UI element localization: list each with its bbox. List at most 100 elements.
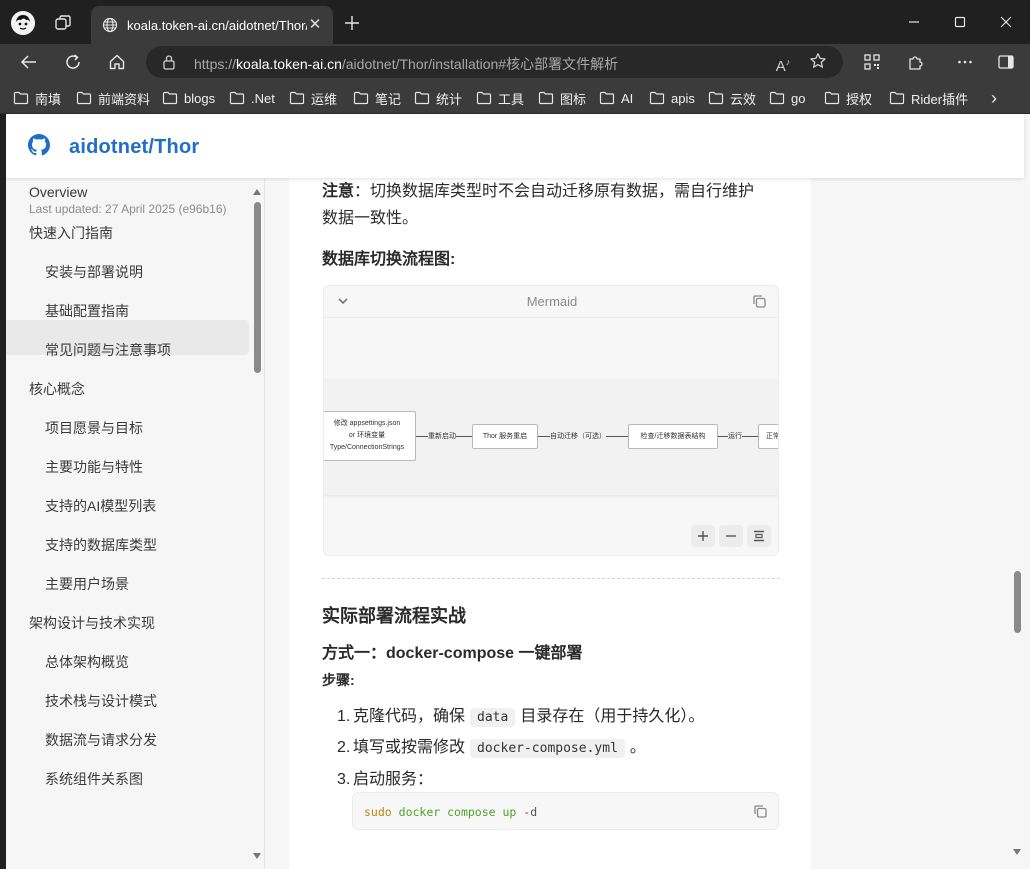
scroll-up-arrow-icon[interactable] xyxy=(252,184,262,194)
sidebar-item[interactable]: 主要功能与特性 xyxy=(45,457,143,477)
sidebar-scrollbar-thumb[interactable] xyxy=(254,202,261,373)
lock-icon[interactable] xyxy=(162,54,178,70)
flow-node-normal: 正常 xyxy=(758,424,779,449)
more-menu-icon[interactable] xyxy=(952,49,978,75)
folder-icon xyxy=(538,91,554,105)
github-icon[interactable] xyxy=(28,134,50,156)
bookmark-item[interactable]: blogs xyxy=(162,88,215,108)
code-text[interactable]: sudo docker compose up -d xyxy=(364,805,537,819)
list-item: 3.启动服务： xyxy=(337,765,433,789)
home-icon[interactable] xyxy=(104,49,130,75)
bookmark-item[interactable]: 工具 xyxy=(476,88,524,108)
bookmark-item[interactable]: 图标 xyxy=(538,88,586,108)
zoom-out-icon[interactable] xyxy=(719,525,743,547)
flow-heading: 数据库切换流程图: xyxy=(322,245,455,269)
sidebar-item[interactable]: Overview xyxy=(29,184,87,200)
sidebar-item[interactable]: 主要用户场景 xyxy=(45,574,129,594)
close-window-icon[interactable] xyxy=(994,10,1018,34)
back-arrow-icon[interactable] xyxy=(16,49,42,75)
bookmark-item[interactable]: .Net xyxy=(229,88,275,108)
mermaid-canvas[interactable]: 修改 appsettings.json or 环境变量 Type/Connect… xyxy=(324,379,779,495)
note-label: 注意 xyxy=(322,183,354,200)
folder-icon xyxy=(599,91,615,105)
sidebar-item[interactable]: 项目愿景与目标 xyxy=(45,418,143,438)
sidebar-item[interactable]: 数据流与请求分发 xyxy=(45,730,157,750)
site-brand-link[interactable]: aidotnet/Thor xyxy=(69,136,199,159)
copy-code-icon[interactable] xyxy=(753,804,768,819)
favorite-star-icon[interactable] xyxy=(809,52,829,72)
flow-edge-label: 重新启动 xyxy=(428,431,456,441)
last-updated-text: Last updated: 27 April 2025 (e96b16) xyxy=(29,202,226,216)
sidebar-item[interactable]: 技术栈与设计模式 xyxy=(45,691,157,711)
new-tab-icon[interactable] xyxy=(341,12,363,34)
address-bar[interactable]: https://koala.token-ai.cn/aidotnet/Thor/… xyxy=(146,46,843,78)
sidebar-item[interactable]: 常见问题与注意事项 xyxy=(45,340,171,360)
zoom-in-icon[interactable] xyxy=(691,525,715,547)
folder-icon xyxy=(353,91,369,105)
globe-icon xyxy=(101,16,119,34)
bookmark-item[interactable]: 前端资料 xyxy=(76,88,150,108)
flow-node-migrate: 检查/迁移数据表结构 xyxy=(628,424,718,449)
flow-node-config: 修改 appsettings.json or 环境变量 Type/Connect… xyxy=(323,411,416,461)
sidebar-item[interactable]: 支持的AI模型列表 xyxy=(45,496,156,516)
bookmark-item[interactable]: 授权 xyxy=(824,88,872,108)
qr-code-icon[interactable] xyxy=(859,49,885,75)
doc-sidebar: Last updated: 27 April 2025 (e96b16) Ove… xyxy=(6,178,265,869)
flow-node-restart: Thor 服务重启 xyxy=(472,424,538,449)
bookmark-item[interactable]: 南填 xyxy=(13,88,61,108)
tab-title: koala.token-ai.cn/aidotnet/Thor/ir xyxy=(127,18,307,33)
bookmark-item[interactable]: go xyxy=(769,88,805,108)
page-scroll-down-arrow-icon[interactable] xyxy=(1012,844,1022,854)
bookmark-item[interactable]: 运维 xyxy=(289,88,337,108)
sidebar-item[interactable]: 快速入门指南 xyxy=(29,223,113,243)
sidebar-item[interactable]: 系统组件关系图 xyxy=(45,769,143,789)
scroll-down-arrow-icon[interactable] xyxy=(252,848,262,858)
tab-close-icon[interactable]: ✕ xyxy=(307,17,323,33)
sidebar-item[interactable]: 安装与部署说明 xyxy=(45,262,143,282)
folder-icon xyxy=(414,91,430,105)
sidebar-item[interactable]: 总体架构概览 xyxy=(45,652,129,672)
section-divider xyxy=(322,578,780,579)
fit-view-icon[interactable] xyxy=(747,525,771,547)
folder-icon xyxy=(708,91,724,105)
bookmark-item[interactable]: 云效 xyxy=(708,88,756,108)
extensions-icon[interactable] xyxy=(903,49,929,75)
bookmark-item[interactable]: AI xyxy=(599,88,633,108)
bookmark-item[interactable]: apis xyxy=(649,88,695,108)
flow-edge-label: 自动迁移（可选） xyxy=(550,431,606,441)
list-item: 1.克隆代码，确保data目录存在（用于持久化）。 xyxy=(337,702,704,727)
inline-code: docker-compose.yml xyxy=(470,739,625,758)
folder-icon xyxy=(289,91,305,105)
steps-label: 步骤: xyxy=(322,670,355,690)
workspaces-icon[interactable] xyxy=(52,12,74,34)
section-title: 实际部署流程实战 xyxy=(322,602,466,628)
browser-tab-active[interactable]: koala.token-ai.cn/aidotnet/Thor/ir ✕ xyxy=(91,6,333,44)
minimize-icon[interactable] xyxy=(902,10,926,34)
site-header: aidotnet/Thor xyxy=(6,114,1024,178)
read-aloud-icon[interactable]: A♪ xyxy=(773,52,793,72)
bookmarks-overflow-chevron-icon[interactable]: › xyxy=(985,88,1003,108)
page-scrollbar-thumb[interactable] xyxy=(1014,571,1021,633)
sidebar-toggle-icon[interactable] xyxy=(993,49,1019,75)
url-text[interactable]: https://koala.token-ai.cn/aidotnet/Thor/… xyxy=(194,54,618,74)
bookmarks-bar: 南填前端资料 blogs .Net 运维笔记统计工具图标 AI apis 云效 go 授权 Rid… xyxy=(0,80,1030,114)
title-bar: koala.token-ai.cn/aidotnet/Thor/ir ✕ xyxy=(0,0,1030,44)
bookmark-item[interactable]: Rider插件 xyxy=(889,88,968,108)
folder-icon xyxy=(649,91,665,105)
profile-avatar-icon[interactable] xyxy=(11,11,35,35)
bookmark-item[interactable]: 笔记 xyxy=(353,88,401,108)
folder-icon xyxy=(769,91,785,105)
folder-icon xyxy=(162,91,178,105)
folder-icon xyxy=(76,91,92,105)
sidebar-item[interactable]: 核心概念 xyxy=(29,379,85,399)
sidebar-item[interactable]: 支持的数据库类型 xyxy=(45,535,157,555)
folder-icon xyxy=(476,91,492,105)
bookmark-item[interactable]: 统计 xyxy=(414,88,462,108)
sidebar-item[interactable]: 架构设计与技术实现 xyxy=(29,613,155,633)
copy-icon[interactable] xyxy=(752,294,767,309)
folder-icon xyxy=(13,91,29,105)
sidebar-item[interactable]: 基础配置指南 xyxy=(45,301,129,321)
refresh-icon[interactable] xyxy=(60,49,86,75)
doc-content: 注意：切换数据库类型时不会自动迁移原有数据，需自行维护 数据一致性。 数据库切换… xyxy=(289,178,811,869)
maximize-icon[interactable] xyxy=(948,10,972,34)
